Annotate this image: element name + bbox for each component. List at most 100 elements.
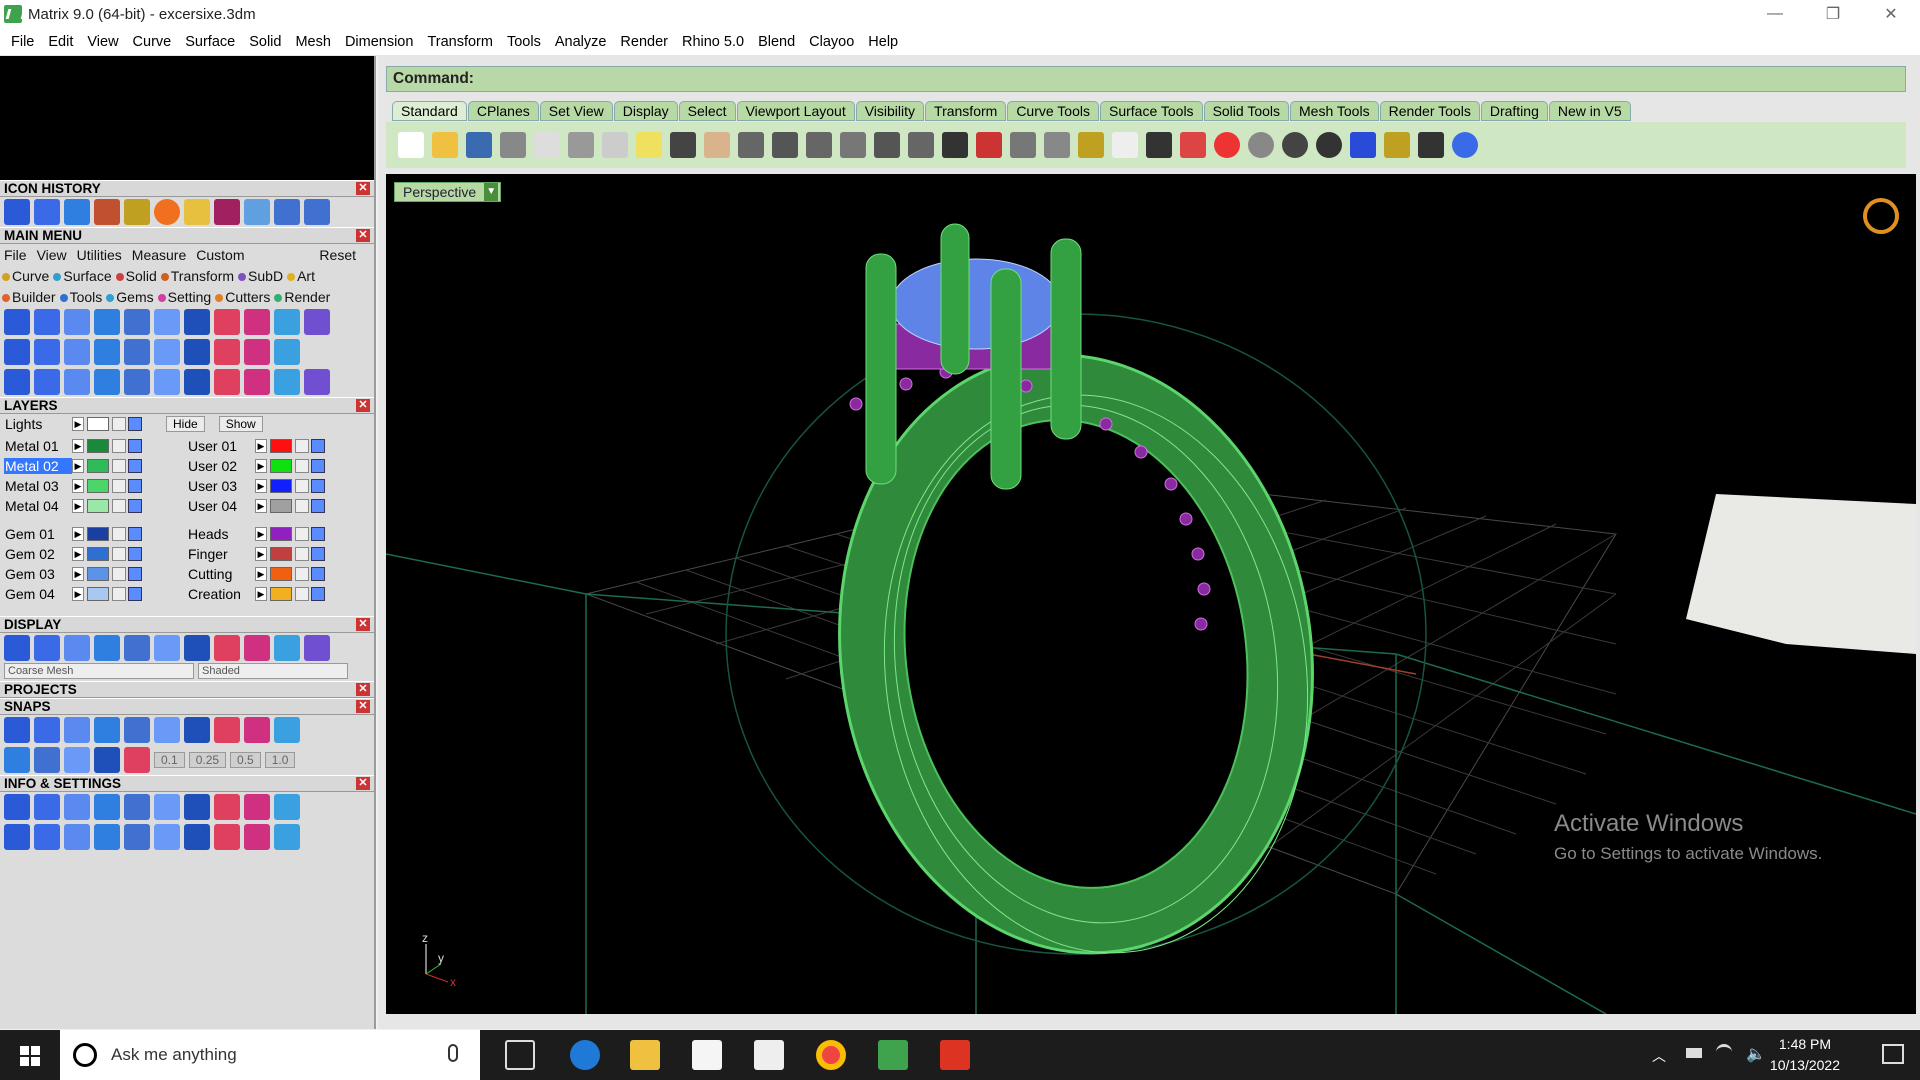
taskbar-search[interactable]: Ask me anything	[60, 1030, 480, 1080]
lock-icon[interactable]	[295, 479, 309, 493]
perspective-viewport[interactable]: z y x Perspective Activate Windows Go to…	[386, 174, 1916, 1014]
tool-6-icon[interactable]	[154, 339, 180, 365]
visibility-icon[interactable]	[311, 527, 325, 541]
sphere-icon[interactable]	[154, 199, 180, 225]
main-menu-cutters[interactable]: Cutters	[215, 289, 270, 305]
info-1-icon[interactable]	[4, 824, 30, 850]
volume-icon[interactable]: 🔈	[1746, 1044, 1766, 1064]
tool-11-icon[interactable]	[304, 309, 330, 335]
matrix-taskbar-icon[interactable]	[878, 1040, 908, 1070]
layer-row[interactable]: Heads ▶	[187, 524, 370, 544]
tab-viewport-layout[interactable]: Viewport Layout	[736, 101, 855, 121]
layer-row[interactable]: Creation ▶	[187, 584, 370, 604]
print-icon[interactable]	[500, 132, 526, 158]
layer-color-swatch[interactable]	[87, 499, 109, 513]
menu-analyze[interactable]: Analyze	[548, 34, 614, 50]
layer-color-swatch[interactable]	[270, 527, 292, 541]
layer-row[interactable]: Gem 01 ▶	[4, 524, 187, 544]
tool-1-icon[interactable]	[4, 339, 30, 365]
info-9-icon[interactable]	[244, 794, 270, 820]
close-button[interactable]: ✕	[1862, 0, 1920, 28]
visibility-icon[interactable]	[128, 547, 142, 561]
tool-3-icon[interactable]	[64, 309, 90, 335]
main-menu-tools[interactable]: Tools	[59, 289, 102, 305]
expand-icon[interactable]: ▶	[72, 527, 84, 541]
display-9-icon[interactable]	[244, 635, 270, 661]
display-5-icon[interactable]	[124, 635, 150, 661]
color-wheel-icon[interactable]	[1214, 132, 1240, 158]
line-icon[interactable]	[124, 199, 150, 225]
layer-row[interactable]: User 03 ▶	[187, 476, 370, 496]
display-6-icon[interactable]	[154, 635, 180, 661]
expand-icon[interactable]: ▶	[72, 459, 84, 473]
layer-row[interactable]: Metal 02 ▶	[4, 456, 187, 476]
info-9-icon[interactable]	[244, 824, 270, 850]
tool-5-icon[interactable]	[124, 309, 150, 335]
lights-color-swatch[interactable]	[87, 417, 109, 431]
expand-icon[interactable]: ▶	[72, 587, 84, 601]
save-icon[interactable]	[466, 132, 492, 158]
tool-1-icon[interactable]	[4, 369, 30, 395]
info-6-icon[interactable]	[154, 794, 180, 820]
lock-icon[interactable]	[112, 479, 126, 493]
tool-5-icon[interactable]	[124, 369, 150, 395]
menu-curve[interactable]: Curve	[126, 34, 179, 50]
shield-icon[interactable]	[1180, 132, 1206, 158]
sphere-dark-icon[interactable]	[1282, 132, 1308, 158]
display-8-icon[interactable]	[214, 635, 240, 661]
snap-grid-5-icon[interactable]	[124, 747, 150, 773]
lock-icon[interactable]	[112, 417, 126, 431]
snap-grid-3-icon[interactable]	[64, 747, 90, 773]
box-icon[interactable]	[184, 199, 210, 225]
layer-name[interactable]: Gem 01	[4, 526, 72, 542]
mesh-select[interactable]: Coarse Mesh	[4, 663, 194, 679]
dimension-icon[interactable]	[1418, 132, 1444, 158]
display-1-icon[interactable]	[4, 635, 30, 661]
undo-icon[interactable]	[670, 132, 696, 158]
tab-visibility[interactable]: Visibility	[855, 101, 925, 121]
visibility-icon[interactable]	[311, 499, 325, 513]
tab-curve-tools[interactable]: Curve Tools	[1007, 101, 1099, 121]
tab-cplanes[interactable]: CPlanes	[467, 101, 539, 121]
expand-icon[interactable]: ▶	[255, 567, 267, 581]
cutter-icon[interactable]	[94, 199, 120, 225]
visibility-icon[interactable]	[128, 459, 142, 473]
pan-hand-icon[interactable]	[704, 132, 730, 158]
layer-name[interactable]: Creation	[187, 586, 255, 602]
info-8-icon[interactable]	[214, 794, 240, 820]
battery-icon[interactable]	[1686, 1048, 1702, 1058]
layer-color-swatch[interactable]	[87, 459, 109, 473]
tab-surface-tools[interactable]: Surface Tools	[1099, 101, 1203, 121]
copy-icon[interactable]	[602, 132, 628, 158]
select-tool-icon[interactable]	[4, 199, 30, 225]
zoom-in-icon[interactable]	[772, 132, 798, 158]
show-button[interactable]: Show	[218, 416, 263, 432]
tool-9-icon[interactable]	[244, 369, 270, 395]
gear-icon[interactable]	[1384, 132, 1410, 158]
import-icon[interactable]	[534, 132, 560, 158]
display-10-icon[interactable]	[274, 635, 300, 661]
layer-row[interactable]: User 02 ▶	[187, 456, 370, 476]
snap-4-icon[interactable]	[94, 717, 120, 743]
tab-transform[interactable]: Transform	[925, 101, 1007, 121]
move-tool-icon[interactable]	[34, 199, 60, 225]
tool-4-icon[interactable]	[94, 309, 120, 335]
main-menu-header[interactable]: MAIN MENU ✕	[0, 227, 374, 244]
wifi-icon[interactable]	[1716, 1044, 1732, 1060]
visibility-icon[interactable]	[128, 587, 142, 601]
visibility-icon[interactable]	[128, 479, 142, 493]
snap-value-button[interactable]: 1.0	[264, 752, 296, 768]
tab-render-tools[interactable]: Render Tools	[1379, 101, 1480, 121]
visibility-icon[interactable]	[311, 439, 325, 453]
layer-name[interactable]: Metal 03	[4, 478, 72, 494]
expand-icon[interactable]: ▶	[255, 527, 267, 541]
info-8-icon[interactable]	[214, 824, 240, 850]
expand-icon[interactable]: ▶	[72, 499, 84, 513]
menu-edit[interactable]: Edit	[41, 34, 80, 50]
layer-name[interactable]: Gem 03	[4, 566, 72, 582]
snap-value-button[interactable]: 0.1	[154, 752, 185, 768]
mail-icon[interactable]	[754, 1040, 784, 1070]
lock-icon[interactable]	[1146, 132, 1172, 158]
tool-11-icon[interactable]	[304, 369, 330, 395]
zoom-extents-icon[interactable]	[840, 132, 866, 158]
